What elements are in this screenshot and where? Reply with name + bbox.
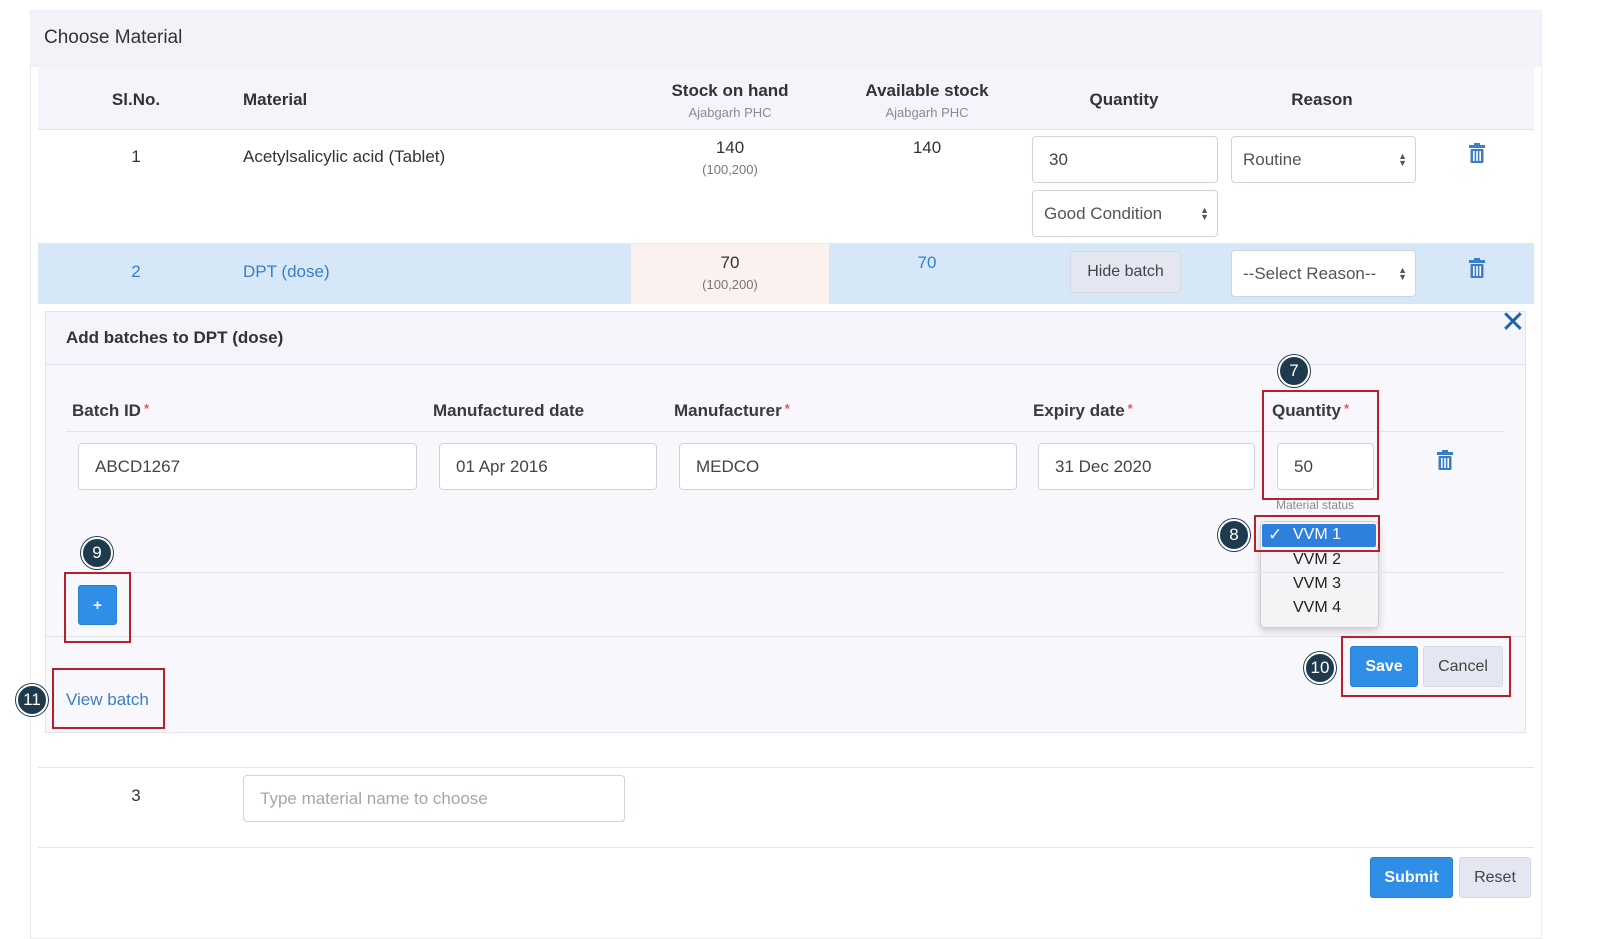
row3-slno: 3 (131, 786, 141, 805)
manufacturer-header-label: Manufacturer (674, 401, 782, 420)
reset-button[interactable]: Reset (1459, 857, 1531, 898)
row2-reason-select[interactable]: --Select Reason-- ▲ ▼ (1231, 250, 1416, 297)
batch-delete-icon[interactable] (1436, 450, 1454, 470)
material-status-callout-box (1254, 515, 1380, 552)
callout-badge-10: 10 (1304, 652, 1336, 684)
required-mark: * (784, 401, 790, 416)
panel-title: Choose Material (44, 27, 183, 48)
header-stock-on-hand-location: Ajabgarh PHC (688, 105, 772, 120)
row2-slno: 2 (131, 262, 141, 281)
panel-header (31, 11, 1541, 67)
manufactured-date-header: Manufactured date (433, 401, 585, 420)
save-cancel-callout-box (1341, 636, 1511, 697)
batch-id-header-label: Batch ID (72, 401, 141, 420)
batch-row-divider (66, 572, 1504, 573)
submit-button[interactable]: Submit (1370, 857, 1453, 898)
row1-delete-icon[interactable] (1468, 143, 1486, 163)
expiry-date-header-label: Expiry date (1033, 401, 1125, 420)
row-divider (38, 847, 1534, 848)
row1-reason-value: Routine (1243, 149, 1302, 169)
row2-stock-on-hand: 70 (720, 253, 740, 272)
header-reason: Reason (1291, 90, 1353, 109)
row2-material: DPT (dose) (243, 262, 330, 281)
row1-stock-on-hand: 140 (715, 138, 745, 157)
expiry-date-value: 31 Dec 2020 (1055, 456, 1152, 476)
material-status-label: Material status (1276, 498, 1355, 512)
row1-stock-range: (100,200) (702, 162, 758, 177)
header-available-stock: Available stock (865, 81, 989, 100)
row1-condition-value: Good Condition (1044, 203, 1163, 223)
manufacturer-input[interactable]: MEDCO (679, 443, 1017, 490)
row-divider (38, 767, 1534, 768)
header-material: Material (243, 90, 308, 109)
row1-quantity-value: 30 (1049, 149, 1068, 169)
add-batch-callout-box (64, 572, 131, 643)
view-batch-callout-box (52, 668, 165, 729)
callout-badge-11: 11 (16, 684, 48, 716)
batch-id-value: ABCD1267 (95, 456, 181, 476)
material-status-option-4[interactable]: VVM 4 (1293, 599, 1341, 617)
row2-stock-range: (100,200) (702, 277, 758, 292)
required-mark: * (143, 401, 150, 416)
quantity-callout-box (1262, 390, 1379, 500)
row1-slno: 1 (131, 147, 141, 166)
select-arrows-icon: ▲ ▼ (1398, 264, 1407, 282)
callout-badge-9: 9 (81, 537, 113, 569)
add-batches-title: Add batches to DPT (dose) (66, 328, 284, 347)
header-quantity: Quantity (1089, 90, 1159, 109)
close-icon[interactable]: ✕ (1500, 308, 1526, 338)
row2-delete-icon[interactable] (1468, 258, 1486, 278)
manufacturer-header: Manufacturer * (674, 401, 790, 421)
expiry-date-input[interactable]: 31 Dec 2020 (1038, 443, 1255, 490)
material-search-placeholder: Type material name to choose (260, 788, 488, 808)
row2-available-stock: 70 (917, 253, 937, 272)
select-arrows-icon: ▲ ▼ (1200, 204, 1209, 222)
row1-reason-select[interactable]: Routine ▲ ▼ (1231, 136, 1416, 183)
batch-id-input[interactable]: ABCD1267 (78, 443, 417, 490)
select-arrows-icon: ▲ ▼ (1398, 150, 1407, 168)
callout-badge-7: 7 (1278, 355, 1310, 387)
callout-badge-8: 8 (1218, 519, 1250, 551)
manufactured-date-input[interactable]: 01 Apr 2016 (439, 443, 657, 490)
required-mark: * (1127, 401, 1133, 416)
row1-available-stock: 140 (912, 138, 942, 157)
header-available-stock-location: Ajabgarh PHC (885, 105, 969, 120)
batch-footer-divider (46, 636, 1525, 637)
material-status-option-3[interactable]: VVM 3 (1293, 575, 1341, 593)
hide-batch-button[interactable]: Hide batch (1070, 251, 1181, 293)
row2-reason-value: --Select Reason-- (1243, 263, 1377, 283)
manufactured-date-value: 01 Apr 2016 (456, 456, 548, 476)
material-status-option-2[interactable]: VVM 2 (1293, 551, 1341, 569)
manufacturer-value: MEDCO (696, 456, 760, 476)
material-search-input[interactable]: Type material name to choose (243, 775, 625, 822)
row1-material: Acetylsalicylic acid (Tablet) (243, 147, 446, 166)
expiry-date-header: Expiry date * (1033, 401, 1133, 421)
header-stock-on-hand: Stock on hand (671, 81, 789, 100)
row1-condition-select[interactable]: Good Condition ▲ ▼ (1032, 190, 1218, 237)
row1-quantity-input[interactable]: 30 (1032, 136, 1218, 183)
header-slno: Sl.No. (111, 90, 161, 109)
batch-id-header: Batch ID * (72, 401, 149, 421)
